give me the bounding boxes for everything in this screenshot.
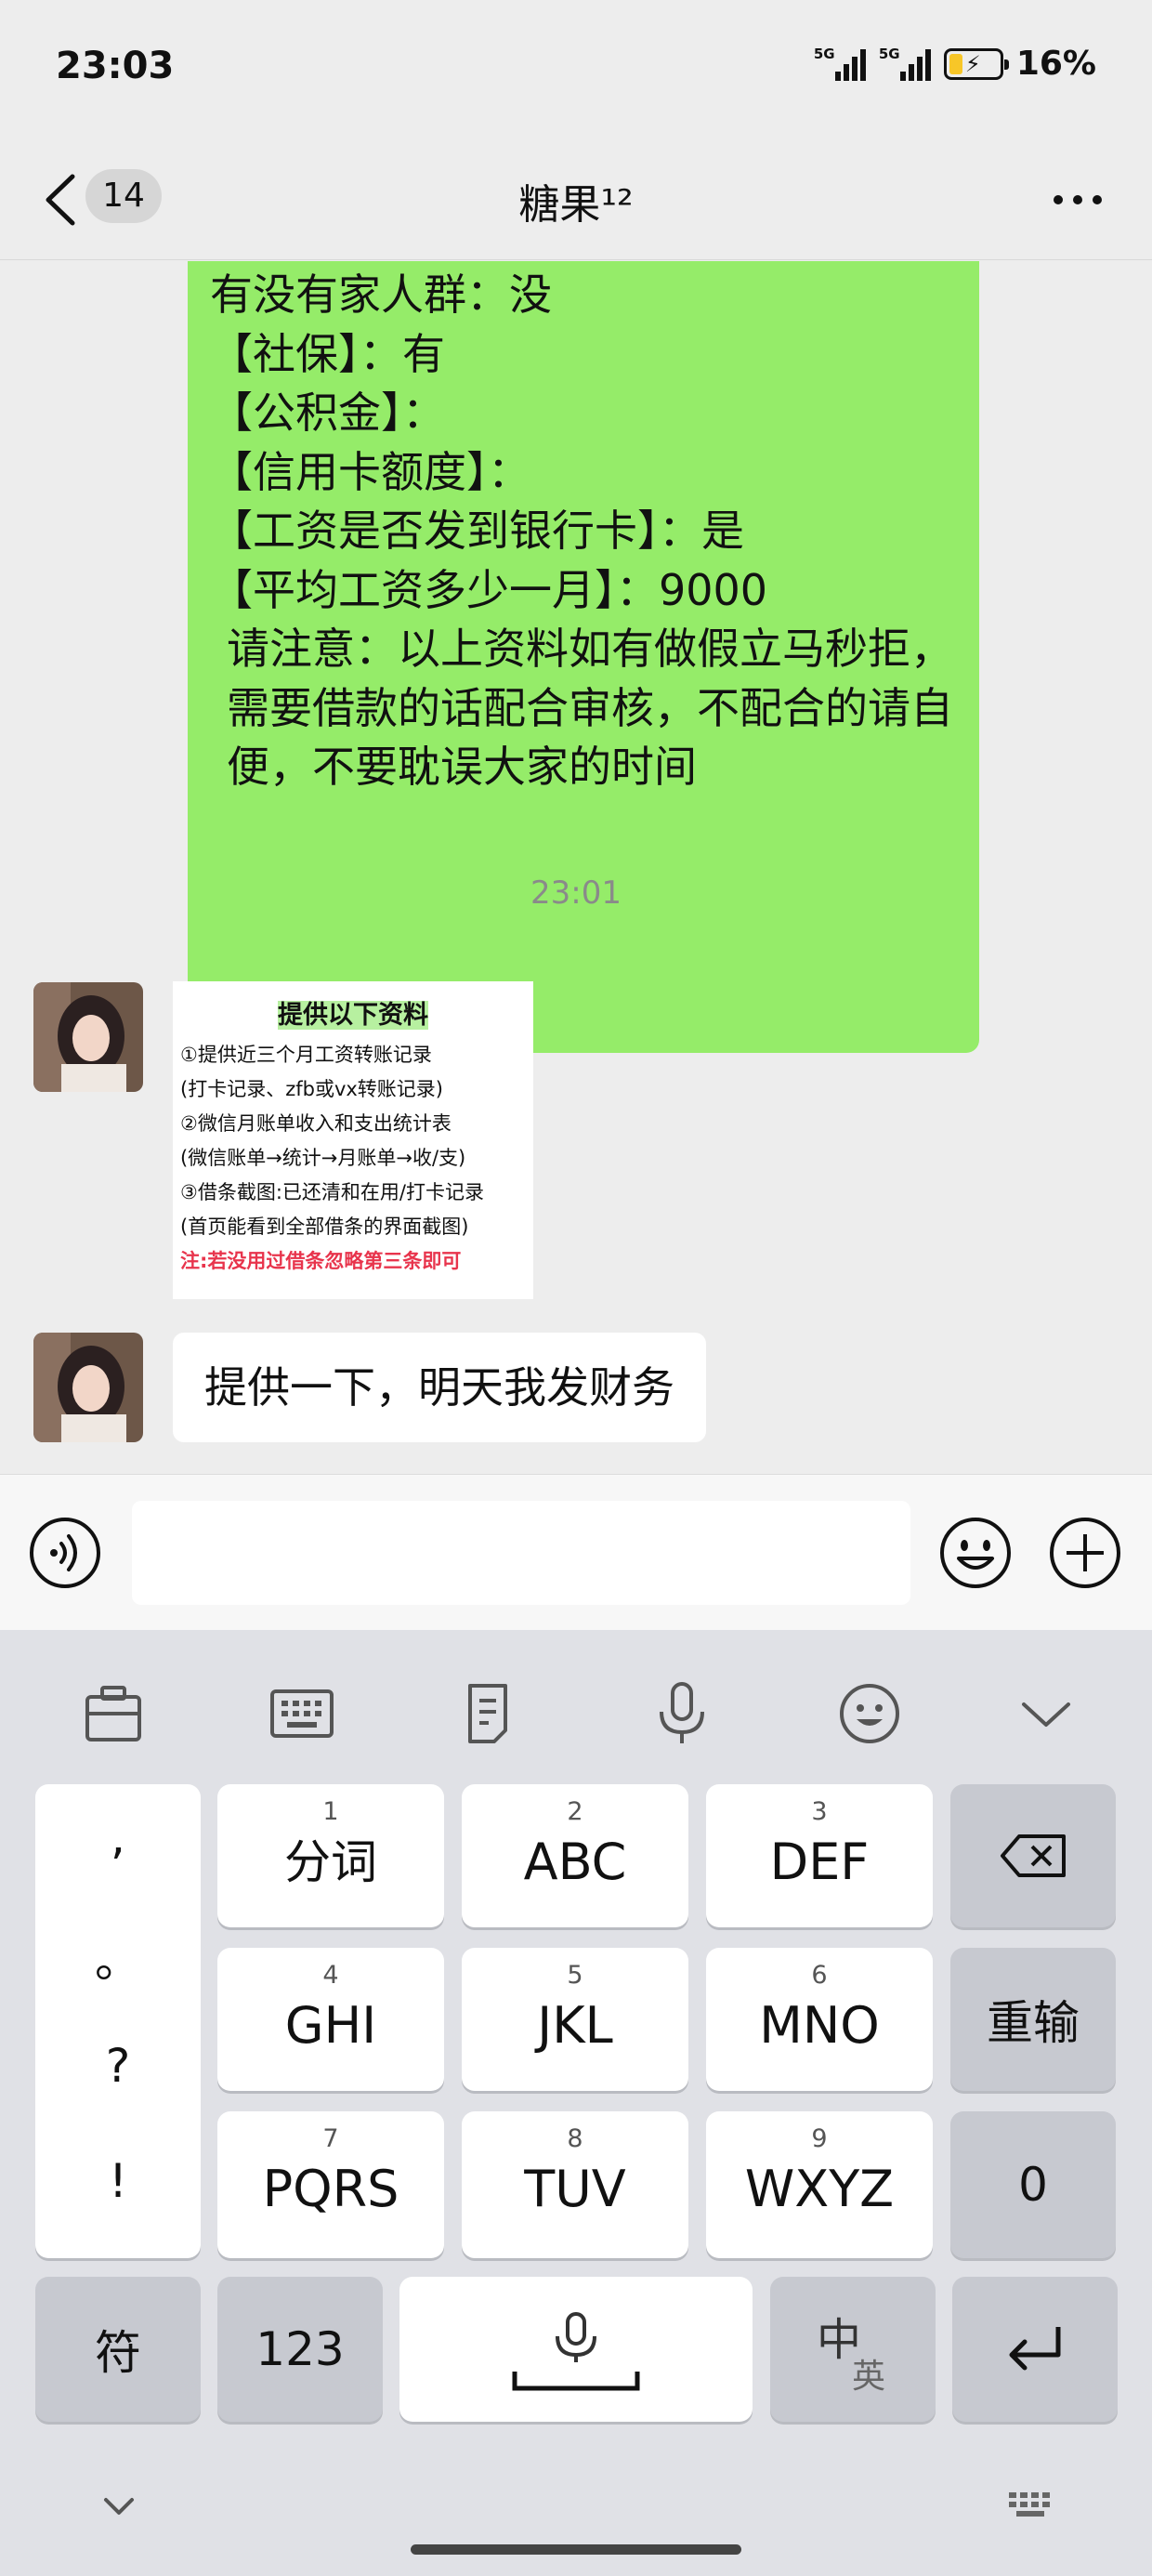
keyboard-switch-icon[interactable] bbox=[1007, 2491, 1055, 2520]
punctuation-column[interactable]: , 。 ? ! bbox=[35, 1784, 201, 2258]
message-line: 【社保】：有 bbox=[210, 328, 445, 379]
keyboard-layout-icon[interactable] bbox=[265, 1676, 339, 1751]
image-note: 注:若没用过借条忽略第三条即可 bbox=[180, 1250, 462, 1272]
emoji-face-icon[interactable] bbox=[832, 1676, 907, 1751]
voice-input-icon[interactable] bbox=[28, 1516, 102, 1590]
message-line: 有没有家人群：没 bbox=[210, 269, 552, 320]
key-1[interactable]: 1 分词 bbox=[217, 1784, 444, 1927]
message-paragraph: 请注意：以上资料如有做假立马秒拒，需要借款的话配合审核，不配合的请自便，不要耽误… bbox=[227, 624, 953, 792]
chat-header: 14 糖果¹² bbox=[0, 139, 1152, 260]
hide-keyboard-icon[interactable] bbox=[97, 2492, 141, 2520]
home-indicator[interactable] bbox=[411, 2544, 741, 2555]
key-9[interactable]: 9 WXYZ bbox=[706, 2111, 933, 2258]
message-line: 【信用卡额度】： bbox=[210, 446, 530, 497]
status-time: 23:03 bbox=[56, 45, 175, 87]
battery-charging-icon: ⚡ bbox=[943, 47, 1009, 80]
message-timestamp: 23:01 bbox=[530, 874, 622, 912]
status-bar: 23:03 5G 5G ⚡ 16% bbox=[0, 0, 1152, 139]
network-type-label: 5G bbox=[813, 45, 835, 62]
plus-icon[interactable] bbox=[1048, 1516, 1122, 1590]
backspace-key[interactable] bbox=[950, 1784, 1116, 1927]
image-text-line: (微信账单→统计→月账单→收/支) bbox=[180, 1147, 466, 1169]
battery-percent: 16% bbox=[1015, 45, 1096, 83]
image-text-line: ①提供近三个月工资转账记录 bbox=[180, 1044, 432, 1066]
image-text-line: (打卡记录、zfb或vx转账记录) bbox=[180, 1078, 443, 1100]
key-3[interactable]: 3 DEF bbox=[706, 1784, 933, 1927]
backspace-icon bbox=[1001, 1834, 1066, 1877]
punct-question[interactable]: ? bbox=[35, 2039, 201, 2093]
image-message[interactable]: 提供以下资料 ①提供近三个月工资转账记录 (打卡记录、zfb或vx转账记录) ②… bbox=[173, 981, 533, 1299]
image-text-line: ②微信月账单收入和支出统计表 bbox=[180, 1112, 452, 1135]
microphone-icon[interactable] bbox=[645, 1676, 719, 1751]
key-5[interactable]: 5 JKL bbox=[462, 1948, 688, 2091]
received-message-bubble[interactable]: 提供一下，明天我发财务 bbox=[173, 1333, 706, 1442]
reinput-key[interactable]: 重输 bbox=[950, 1948, 1116, 2091]
ime-keyboard: , 。 ? ! 1 分词 2 ABC 3 DEF 4 GHI 5 JKL 6 MNO 重输 … bbox=[0, 1630, 1152, 2576]
key-7[interactable]: 7 PQRS bbox=[217, 2111, 444, 2258]
punct-exclaim[interactable]: ! bbox=[35, 2154, 201, 2208]
symbol-key[interactable]: 符 bbox=[35, 2277, 201, 2422]
space-mic-icon bbox=[512, 2312, 640, 2391]
image-text-line: (首页能看到全部借条的界面截图) bbox=[180, 1216, 469, 1238]
message-line: 【工资是否发到银行卡】：是 bbox=[210, 506, 744, 556]
signal-icon-sim1: 5G bbox=[814, 46, 866, 83]
punct-comma[interactable]: , bbox=[35, 1810, 201, 1864]
document-icon[interactable] bbox=[455, 1676, 530, 1751]
contact-avatar[interactable] bbox=[33, 982, 143, 1092]
chat-message-list[interactable]: 有没有家人群：没 【社保】：有 【公积金】： 【信用卡额度】： 【工资是否发到银… bbox=[0, 261, 1152, 1474]
emoji-icon[interactable] bbox=[938, 1516, 1013, 1590]
space-key[interactable] bbox=[399, 2277, 753, 2422]
key-6[interactable]: 6 MNO bbox=[706, 1948, 933, 2091]
key-4[interactable]: 4 GHI bbox=[217, 1948, 444, 2091]
clipboard-icon[interactable] bbox=[76, 1676, 151, 1751]
enter-key[interactable] bbox=[952, 2277, 1118, 2422]
message-input[interactable] bbox=[132, 1501, 910, 1605]
more-options-icon[interactable] bbox=[1041, 186, 1115, 214]
message-line: 【平均工资多少一月】：9000 bbox=[210, 564, 768, 615]
message-line: 【公积金】： bbox=[210, 388, 445, 438]
number-mode-key[interactable]: 123 bbox=[217, 2277, 383, 2422]
language-switch-key[interactable]: 中 英 bbox=[770, 2277, 936, 2422]
chat-title: 糖果¹² bbox=[518, 181, 634, 229]
image-text-line: ③借条截图:已还清和在用/打卡记录 bbox=[180, 1181, 484, 1203]
signal-icon-sim2: 5G bbox=[879, 46, 931, 83]
network-type-label: 5G bbox=[878, 45, 900, 62]
contact-avatar[interactable] bbox=[33, 1333, 143, 1442]
status-indicators: 5G 5G ⚡ 16% bbox=[814, 45, 1096, 83]
enter-icon bbox=[1009, 2327, 1061, 2371]
collapse-keyboard-icon[interactable] bbox=[1009, 1676, 1083, 1751]
input-bar bbox=[0, 1474, 1152, 1630]
key-2[interactable]: 2 ABC bbox=[462, 1784, 688, 1927]
key-0[interactable]: 0 bbox=[950, 2111, 1116, 2258]
key-8[interactable]: 8 TUV bbox=[462, 2111, 688, 2258]
punct-period[interactable]: 。 bbox=[35, 1924, 201, 1991]
sent-message-bubble[interactable]: 有没有家人群：没 【社保】：有 【公积金】： 【信用卡额度】： 【工资是否发到银… bbox=[188, 261, 979, 1053]
image-title: 提供以下资料 bbox=[278, 1001, 428, 1030]
